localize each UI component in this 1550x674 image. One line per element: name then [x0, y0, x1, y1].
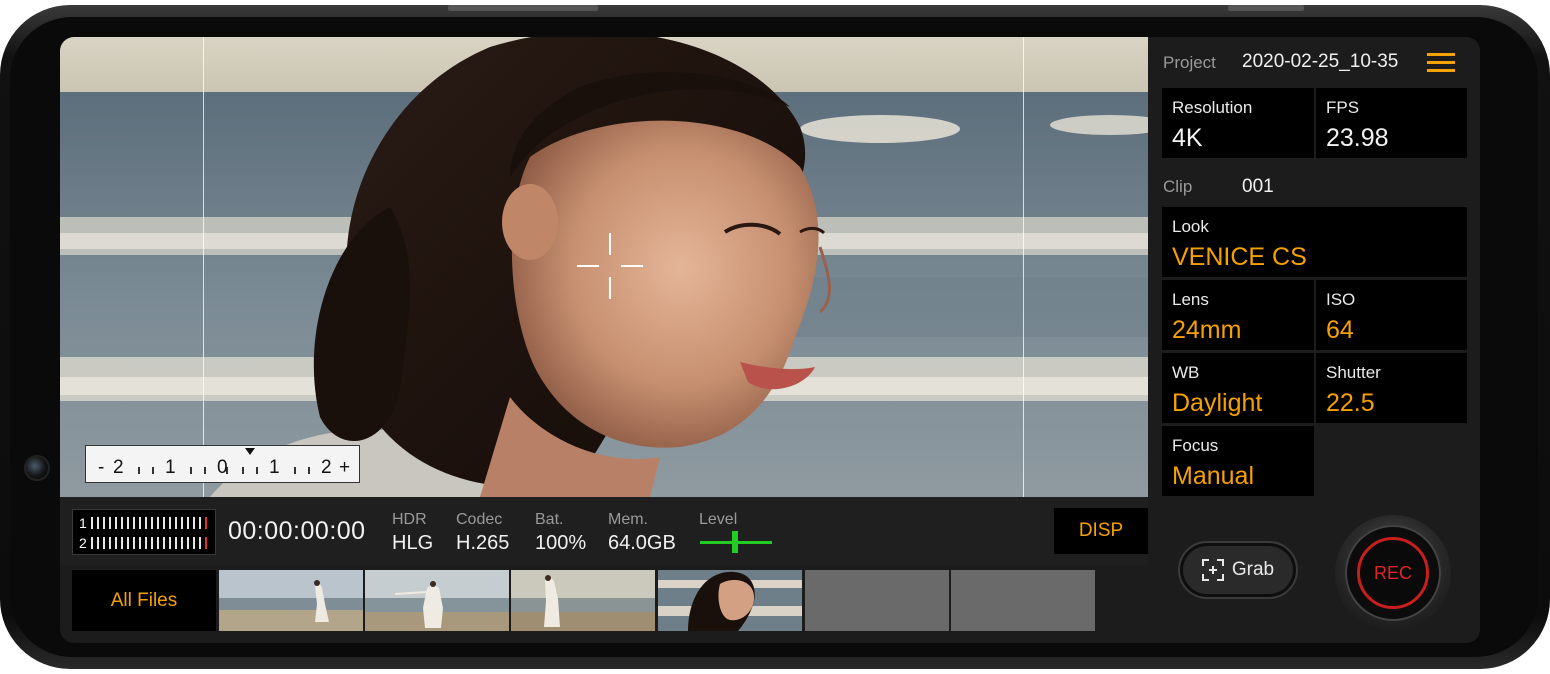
- look-label: Look: [1172, 217, 1209, 236]
- level-indicator-mark: [732, 531, 738, 553]
- exposure-meter: - 2 1 0 1 2 +: [85, 445, 360, 483]
- project-name[interactable]: 2020-02-25_10-35: [1242, 51, 1398, 73]
- viewfinder[interactable]: - 2 1 0 1 2 +: [60, 37, 1148, 497]
- volume-button: [448, 5, 598, 11]
- frame-guide-right: [1023, 37, 1024, 497]
- focus-crosshair-icon: [577, 233, 643, 299]
- clip-thumbnail[interactable]: [365, 570, 509, 631]
- status-bar: 1 2 00:00:00:00 HDR HLG Codec H.265 Bat.…: [60, 497, 1148, 565]
- record-button[interactable]: REC: [1335, 515, 1451, 631]
- focus-label: Focus: [1172, 436, 1219, 455]
- exposure-label-p2: 2: [321, 457, 332, 478]
- exposure-label-p1: 1: [269, 457, 280, 478]
- exposure-label-zero: 0: [217, 457, 228, 478]
- clip-thumbnail-empty: [805, 570, 949, 631]
- shutter-value: 22.5: [1326, 389, 1375, 417]
- memory-status: Mem. 64.0GB: [608, 511, 676, 555]
- clip-number: 001: [1242, 176, 1274, 197]
- wb-setting[interactable]: WB Daylight: [1162, 353, 1314, 423]
- hdr-value: HLG: [392, 532, 434, 554]
- audio-channel-label: 1: [79, 515, 87, 531]
- focus-value: Manual: [1172, 462, 1254, 490]
- project-label: Project: [1163, 53, 1216, 72]
- memory-label: Mem.: [608, 511, 648, 528]
- memory-value: 64.0GB: [608, 532, 676, 554]
- lens-value: 24mm: [1172, 316, 1242, 344]
- exposure-label-m2: 2: [113, 457, 124, 478]
- lens-label: Lens: [1172, 290, 1209, 309]
- wb-label: WB: [1172, 363, 1200, 382]
- grab-label: Grab: [1231, 559, 1275, 580]
- resolution-value: 4K: [1172, 124, 1203, 152]
- battery-label: Bat.: [535, 511, 564, 528]
- lens-setting[interactable]: Lens 24mm: [1162, 280, 1314, 350]
- resolution-label: Resolution: [1172, 98, 1253, 117]
- audio-level-meter: 1 2: [72, 509, 216, 555]
- wb-value: Daylight: [1172, 389, 1263, 417]
- look-setting[interactable]: Look VENICE CS: [1162, 207, 1467, 277]
- record-label: REC: [1357, 537, 1429, 609]
- app-screen: - 2 1 0 1 2 + 1 2 00:00:00:00 HDR HLG Co…: [60, 37, 1480, 643]
- clip-label: Clip: [1163, 177, 1193, 196]
- iso-label: ISO: [1326, 290, 1356, 309]
- shutter-setting[interactable]: Shutter 22.5: [1316, 353, 1467, 423]
- look-value: VENICE CS: [1172, 243, 1307, 271]
- clip-thumbnail[interactable]: [219, 570, 363, 631]
- level-label: Level: [699, 511, 738, 528]
- clip-thumbnail-empty: [951, 570, 1095, 631]
- exposure-pointer-icon: [245, 448, 255, 455]
- hdr-label: HDR: [392, 511, 427, 528]
- all-files-button[interactable]: All Files: [72, 570, 216, 631]
- clip-thumbnail[interactable]: [511, 570, 655, 631]
- resolution-setting[interactable]: Resolution 4K: [1162, 88, 1314, 158]
- battery-value: 100%: [535, 532, 587, 554]
- exposure-label-plus: +: [339, 457, 351, 478]
- iso-value: 64: [1326, 316, 1354, 344]
- clip-thumbnail[interactable]: [658, 570, 802, 631]
- focus-setting[interactable]: Focus Manual: [1162, 426, 1314, 496]
- level-status: Level: [699, 511, 737, 529]
- hamburger-menu-icon[interactable]: [1427, 53, 1455, 73]
- exposure-label-m1: 1: [165, 457, 176, 478]
- power-button: [1228, 5, 1304, 11]
- codec-label: Codec: [456, 511, 503, 528]
- audio-channel-2: 2: [79, 534, 211, 552]
- timecode: 00:00:00:00: [228, 517, 366, 545]
- battery-status: Bat. 100%: [535, 511, 586, 555]
- codec-status: Codec H.265: [456, 511, 509, 555]
- iso-setting[interactable]: ISO 64: [1316, 280, 1467, 350]
- grab-frame-icon: [1201, 559, 1224, 581]
- grab-button[interactable]: Grab: [1178, 541, 1298, 599]
- fps-setting[interactable]: FPS 23.98: [1316, 88, 1467, 158]
- exposure-label-minus: -: [98, 457, 105, 478]
- shutter-label: Shutter: [1326, 363, 1381, 382]
- settings-panel: Project 2020-02-25_10-35 Resolution 4K F…: [1148, 37, 1480, 643]
- hdr-status: HDR HLG: [392, 511, 433, 555]
- codec-value: H.265: [456, 532, 510, 554]
- fps-label: FPS: [1326, 98, 1360, 117]
- front-camera-icon: [24, 455, 50, 481]
- fps-value: 23.98: [1326, 124, 1389, 152]
- audio-channel-label: 2: [79, 535, 87, 551]
- frame-guide-left: [203, 37, 204, 497]
- disp-button[interactable]: DISP: [1054, 508, 1148, 554]
- audio-channel-1: 1: [79, 514, 211, 532]
